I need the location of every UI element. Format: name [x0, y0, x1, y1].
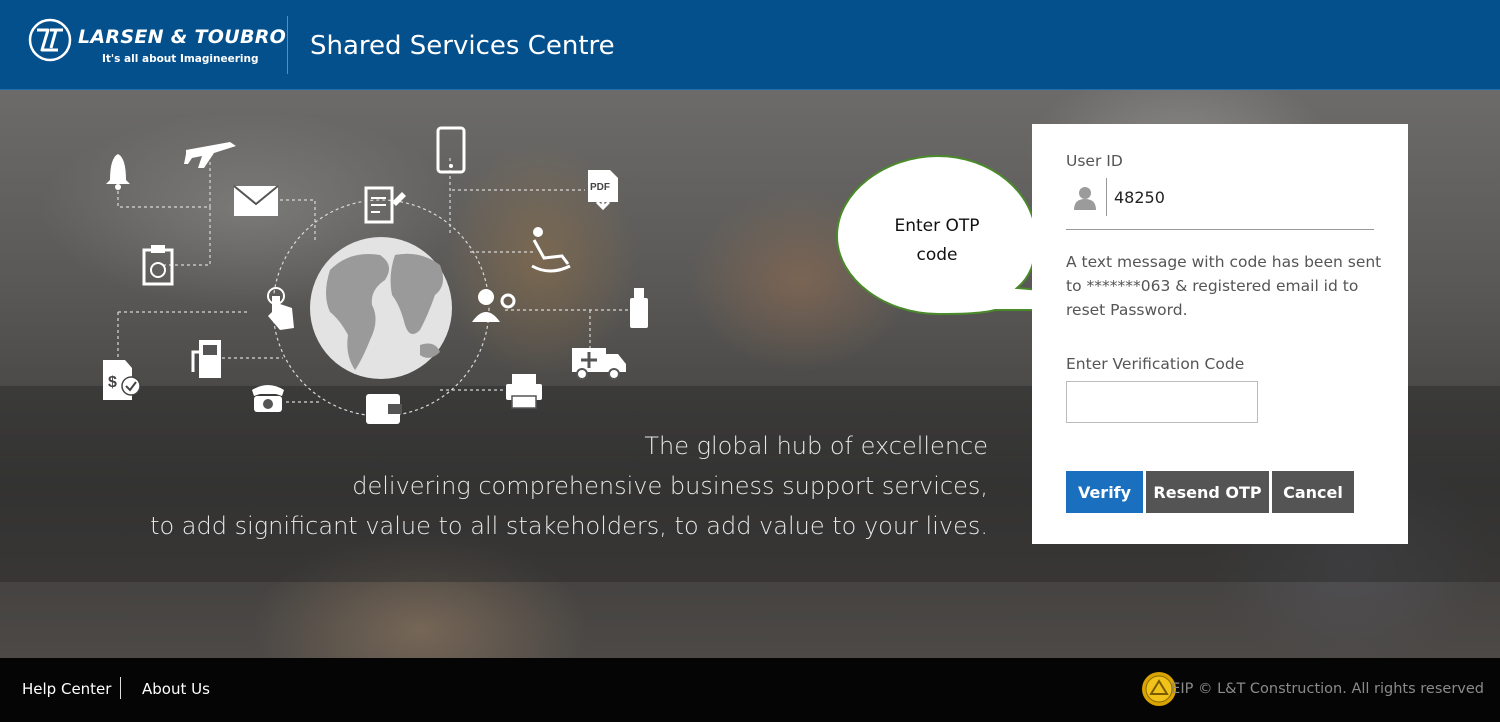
wallet-icon — [366, 394, 402, 424]
otp-callout-line-2: code — [916, 245, 958, 265]
user-id-underline — [1066, 229, 1374, 230]
resend-otp-button[interactable]: Resend OTP — [1146, 471, 1269, 513]
lt-logo-icon — [28, 18, 72, 62]
user-id-value: 48250 — [1114, 188, 1165, 207]
telephone-icon — [252, 385, 284, 412]
site-title: Shared Services Centre — [310, 31, 615, 61]
verify-button[interactable]: Verify — [1066, 471, 1143, 513]
header-divider — [287, 16, 288, 74]
pdf-download-icon: PDF — [588, 170, 618, 211]
printer-icon — [506, 374, 542, 409]
bell-icon — [106, 154, 130, 190]
brand-name: LARSEN & TOUBRO — [78, 26, 287, 48]
tagline-line-2: delivering comprehensive business suppor… — [352, 472, 988, 500]
cancel-button[interactable]: Cancel — [1272, 471, 1354, 513]
user-icon — [1074, 187, 1096, 210]
bill-icon: $ — [103, 360, 141, 400]
footer-separator — [120, 677, 121, 699]
fuel-pump-icon — [191, 340, 221, 378]
globe-icon — [310, 237, 452, 379]
user-id-separator — [1106, 178, 1107, 216]
verification-code-label: Enter Verification Code — [1066, 355, 1245, 373]
document-edit-icon — [364, 186, 406, 224]
user-settings-icon — [472, 289, 516, 322]
mobile-phone-icon — [436, 126, 466, 174]
otp-sent-message: A text message with code has been sent t… — [1066, 253, 1382, 319]
envelope-icon — [233, 185, 279, 216]
copyright-text: EIP © L&T Construction. All rights reser… — [1171, 681, 1484, 697]
ambulance-icon — [572, 348, 626, 380]
tagline-line-3: to add significant value to all stakehol… — [150, 512, 988, 540]
verification-code-input[interactable] — [1066, 381, 1258, 423]
footer: Help Center About Us EIP © L&T Construct… — [0, 658, 1500, 722]
otp-callout-line-1: Enter OTP — [894, 216, 980, 236]
otp-verification-card: User ID 48250 A text message with code h… — [1032, 124, 1408, 544]
services-icon-cluster: $ PDF — [103, 126, 648, 424]
help-center-link[interactable]: Help Center — [22, 680, 111, 698]
brand-tagline: It's all about Imagineering — [102, 53, 259, 65]
tap-icon — [267, 287, 294, 330]
about-us-link[interactable]: About Us — [142, 680, 210, 698]
svg-text:$: $ — [108, 374, 117, 391]
recliner-icon — [531, 227, 571, 273]
tagline-line-1: The global hub of excellence — [644, 432, 988, 460]
svg-text:PDF: PDF — [590, 182, 610, 193]
usb-drive-icon — [630, 288, 648, 328]
otp-callout-text: Enter OTP code — [862, 212, 1012, 270]
clipboard-check-icon — [142, 245, 174, 286]
user-id-label: User ID — [1066, 152, 1123, 170]
header: LARSEN & TOUBRO It's all about Imagineer… — [0, 0, 1500, 90]
